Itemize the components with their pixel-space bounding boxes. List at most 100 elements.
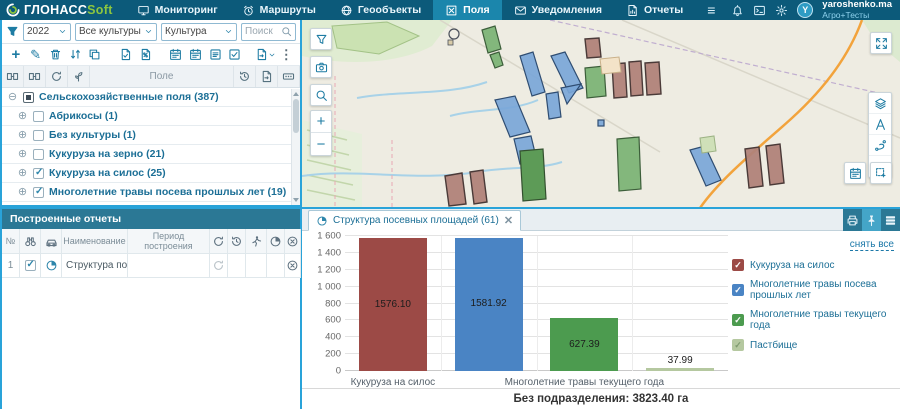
clear-all-link[interactable]: снять все [732,239,894,250]
year-select[interactable]: 2022 [23,23,71,41]
edit-field-button[interactable]: ✎ [26,47,46,63]
group-by-select[interactable]: Культура [161,23,237,41]
map-route-button[interactable] [869,135,891,156]
tree-checkbox[interactable] [33,187,44,198]
map-calendar-button[interactable] [844,162,866,184]
tree-expander[interactable]: ⊕ [17,168,28,179]
legend-item[interactable]: ✓Многолетние травы текущего года [732,309,894,331]
user-info[interactable]: yaroshenko.ma Агро+Тесты [822,0,892,20]
tree-scrollbar[interactable] [291,89,300,205]
history-button[interactable] [234,66,256,87]
menu-item-monitor[interactable]: Мониторинг [125,0,230,20]
expand-all-button[interactable] [24,66,46,87]
tree-checkbox[interactable] [33,149,44,160]
tree-row[interactable]: ⊕Без культуры (1) [2,126,300,145]
refresh-tree-button[interactable] [46,66,68,87]
report-cell[interactable] [285,254,301,278]
ellipsis-button[interactable] [278,66,300,87]
tree-column-header[interactable]: Поле [90,66,234,87]
tree-expander[interactable]: ⊕ [17,149,28,160]
add-field-button[interactable]: + [6,47,26,62]
report-row-checkbox[interactable] [25,260,36,271]
tree-checkbox[interactable] [33,130,44,141]
tree-checkbox[interactable] [33,168,44,179]
menu-item-globe[interactable]: Геообъекты [328,0,433,20]
legend-item[interactable]: ✓Кукуруза на силос [732,259,894,271]
scroll-thumb[interactable] [293,99,299,133]
chart-bar[interactable]: 627.39 [550,318,618,371]
crop-button[interactable] [68,66,90,87]
menu-item-report[interactable]: Отчеты [614,0,695,20]
legend-checkbox[interactable]: ✓ [732,314,744,326]
report-cell[interactable] [41,254,62,278]
tree-row[interactable]: ⊖Сельскохозяйственные поля (387) [2,88,300,107]
legend-checkbox[interactable]: ✓ [732,259,744,271]
tree-checkbox[interactable] [33,111,44,122]
chart-tab[interactable]: Структура посевных площадей (61) ✕ [308,210,521,231]
filter-funnel-icon[interactable] [6,25,19,38]
zoom-in-button[interactable]: + [311,111,331,133]
map-filter-button[interactable] [310,28,332,50]
layout-rows-button[interactable] [881,209,900,231]
menu-item-alarm[interactable]: Маршруты [230,0,328,20]
legend-item[interactable]: ✓Многолетние травы посева прошлых лет [732,279,894,301]
legend-checkbox[interactable]: ✓ [732,284,744,296]
close-tab-icon[interactable]: ✕ [504,214,513,227]
doc-sync-button[interactable] [256,66,278,87]
export-doc-button[interactable] [255,48,276,61]
tree-expander[interactable]: ⊕ [17,130,28,141]
scroll-up-arrow[interactable] [293,92,299,96]
menu-item-mailcheck[interactable]: Уведомления [502,0,614,20]
sort-button[interactable] [65,48,85,61]
chart-bar[interactable]: 1581.92 [455,238,523,371]
report-cell[interactable]: 1 [2,254,20,278]
scroll-down-arrow[interactable] [293,198,299,202]
pin-button[interactable] [862,209,881,231]
tree-row[interactable]: ⊕Абрикосы (1) [2,107,300,126]
report-cell[interactable] [128,254,210,278]
delete-field-button[interactable] [45,48,65,61]
map-layers-button[interactable] [869,93,891,114]
tree-expander[interactable]: ⊕ [17,187,28,198]
hamburger-icon[interactable]: ≡ [695,2,727,18]
zoom-out-button[interactable]: − [311,133,331,155]
map-select-area-button[interactable] [870,162,892,184]
settings-gear-button[interactable] [775,4,788,17]
report-cell[interactable] [210,254,228,278]
tree-expander[interactable]: ⊖ [7,92,18,103]
list-button[interactable] [205,48,225,61]
search-input[interactable] [245,26,281,37]
map-canvas[interactable] [302,20,900,207]
calendar-button[interactable] [166,48,186,61]
report-cell[interactable] [20,254,41,278]
tree-row[interactable]: ⊕Кукуруза на зерно (21) [2,145,300,164]
calendar-edit-button[interactable] [185,48,205,61]
chart-bar[interactable]: 37.99 [646,368,714,371]
tree-expander[interactable]: ⊕ [17,111,28,122]
map-area[interactable]: + − [302,20,900,207]
doc-percent-button[interactable] [135,48,155,61]
copy-button[interactable] [85,48,105,61]
notifications-bell-button[interactable] [731,4,744,17]
tree-row[interactable]: ⊕Кукуруза на силос (25) [2,164,300,183]
chart-bar[interactable]: 1576.10 [359,238,427,371]
report-cell[interactable] [267,254,285,278]
tree-row[interactable]: ⊕Многолетние травы посева прошлых лет (1… [2,183,300,202]
doc-check-button[interactable] [115,48,135,61]
collapse-all-button[interactable] [2,66,24,87]
avatar[interactable]: Y [797,2,813,18]
map-search-button[interactable] [310,84,332,106]
map-fullscreen-button[interactable] [870,32,892,54]
check-square-button[interactable] [225,48,245,61]
app-logo[interactable]: ГЛОНАССSoft [0,3,125,17]
console-button[interactable] [753,4,766,17]
legend-checkbox[interactable]: ✓ [732,339,744,351]
map-snapshot-button[interactable] [310,56,332,78]
tree-checkbox[interactable] [23,92,34,103]
culture-filter-select[interactable]: Все культуры [75,23,157,41]
map-measure-button[interactable] [869,114,891,135]
print-button[interactable] [843,209,862,231]
report-cell[interactable] [246,254,267,278]
report-cell[interactable]: Структура пос… [62,254,128,278]
legend-item[interactable]: ✓Пастбище [732,339,894,351]
